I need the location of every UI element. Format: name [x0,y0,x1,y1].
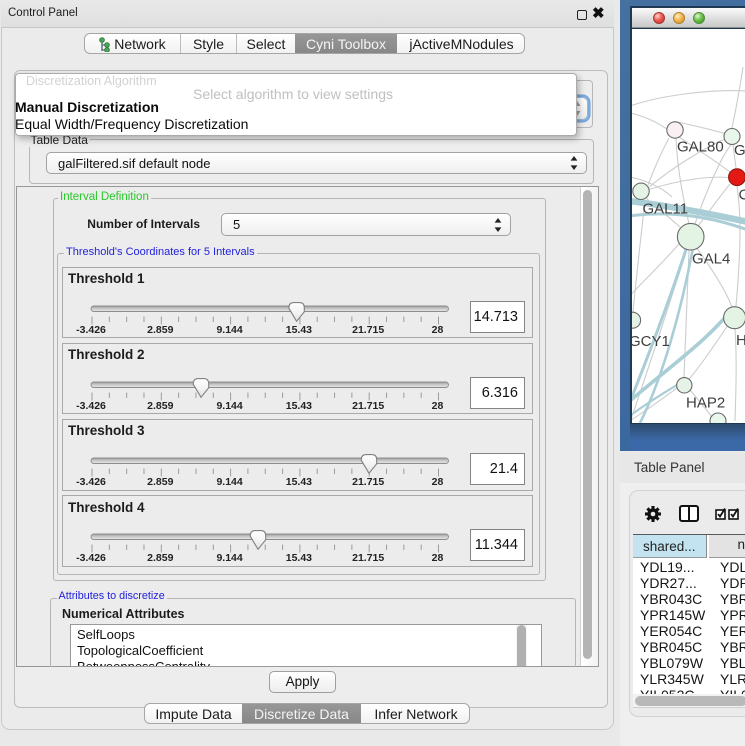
svg-text:C: C [739,186,745,203]
svg-text:GAL4: GAL4 [692,250,730,267]
svg-text:GAL11: GAL11 [643,200,689,217]
svg-text:GA: GA [734,142,745,159]
svg-text:GAL80: GAL80 [677,138,724,155]
svg-text:GCY1: GCY1 [632,333,670,350]
svg-text:HAP2: HAP2 [686,394,725,411]
svg-text:H: H [736,332,745,349]
